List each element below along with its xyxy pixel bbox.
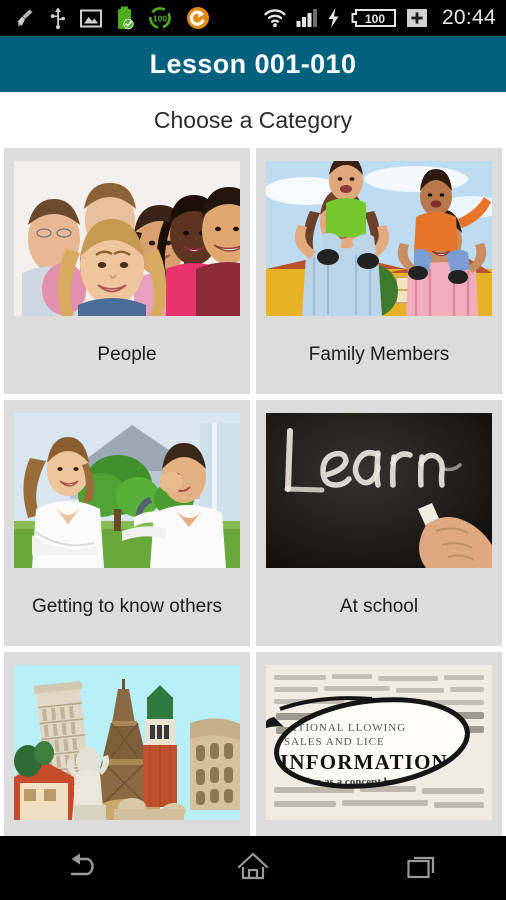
sync-circle-icon: [186, 6, 210, 30]
category-card-people[interactable]: People: [4, 148, 250, 394]
home-button[interactable]: [198, 836, 308, 900]
android-navigation-bar: [0, 836, 506, 900]
battery-plus-icon: [406, 7, 428, 29]
svg-text:SALES AND LICE: SALES AND LICE: [284, 736, 385, 748]
usb-icon: [50, 7, 66, 29]
subtitle-bar: Choose a Category: [0, 92, 506, 148]
charging-bolt-icon: [327, 7, 340, 29]
european-landmarks-collage-photo: [14, 665, 240, 820]
android-screen: 100 100 20:44 Lesson 001-010 Choose a Ca…: [0, 0, 506, 900]
choose-category-label: Choose a Category: [153, 106, 353, 133]
svg-text:INFORMATION: INFORMATION: [280, 750, 448, 774]
battery-percent-ring-icon: 100: [148, 6, 172, 30]
recents-button[interactable]: [367, 836, 477, 900]
gallery-image-icon: [80, 9, 102, 28]
category-card-family-members[interactable]: Family Members: [256, 148, 502, 394]
app-title-bar: Lesson 001-010: [0, 36, 506, 92]
status-bar-clock: 20:44: [441, 6, 496, 29]
battery-ring-value: 100: [153, 13, 167, 23]
status-bar-left-icons: 100: [14, 6, 263, 30]
category-card-at-school[interactable]: At school: [256, 400, 502, 646]
category-label: People: [97, 343, 157, 365]
category-label: Getting to know others: [31, 595, 223, 617]
category-label: Family Members: [308, 343, 450, 365]
eyeglass-lens-over-dictionary-information-photo: DITIONAL LLOWING SALES AND LICE INFORMAT…: [266, 665, 492, 820]
back-arrow-icon: [66, 851, 102, 886]
blackboard-with-learn-written-in-chalk-photo: [266, 413, 492, 568]
battery-level-value: 100: [365, 12, 385, 26]
cleaner-broom-icon: [14, 7, 36, 29]
cellular-signal-icon: [296, 8, 318, 28]
man-and-woman-talking-outdoors-photo: [14, 413, 240, 568]
category-card-getting-to-know-others[interactable]: Getting to know others: [4, 400, 250, 646]
wifi-icon: [263, 8, 287, 28]
family-with-children-on-shoulders-photo: [266, 161, 492, 316]
group-of-smiling-young-people-photo: [14, 161, 240, 316]
battery-level-icon: 100: [349, 7, 397, 29]
back-button[interactable]: [29, 836, 139, 900]
home-icon: [237, 851, 269, 886]
recents-icon: [406, 852, 438, 885]
status-bar-right-icons: 100 20:44: [263, 6, 496, 30]
page-title: Lesson 001-010: [149, 48, 357, 79]
battery-charged-check-icon: [116, 6, 134, 30]
status-bar: 100 100 20:44: [0, 0, 506, 36]
category-grid: People Family Members Getting to know ot…: [0, 148, 506, 898]
category-label: At school: [339, 595, 419, 617]
